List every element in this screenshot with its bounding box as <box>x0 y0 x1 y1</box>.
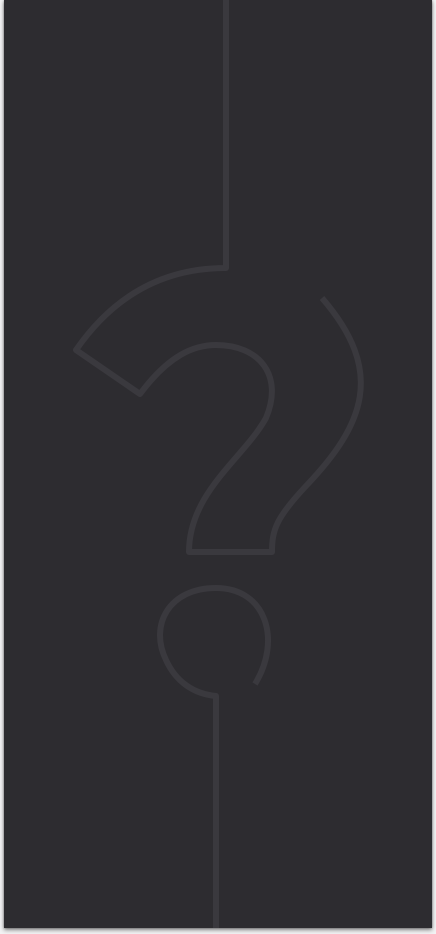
question-mark-icon <box>73 0 364 928</box>
question-mark-dot-line <box>157 585 271 928</box>
question-mark-outer-line <box>73 0 364 555</box>
empty-state-card <box>4 0 432 928</box>
